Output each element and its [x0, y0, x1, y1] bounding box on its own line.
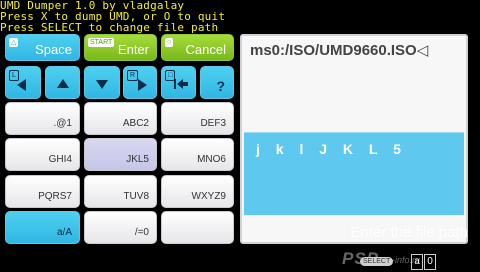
select-button-icon: SELECT: [360, 257, 394, 266]
key-pqrs7[interactable]: PQRS7: [5, 175, 80, 208]
key-tuv8[interactable]: TUV8: [84, 175, 157, 208]
r-trigger-tag: R: [127, 70, 139, 81]
right-arrow-icon: [138, 79, 147, 91]
help-icon: ?: [216, 78, 225, 94]
file-path-display: ms0:/ISO/UMD9660.ISO◁: [250, 40, 460, 62]
mini-indicator-b: 0: [424, 254, 436, 270]
cursor-up-button[interactable]: [45, 66, 80, 99]
space-button[interactable]: △ Space: [5, 34, 80, 61]
cursor-down-button[interactable]: [84, 66, 120, 99]
space-label: Space: [35, 42, 72, 57]
text-panel: ms0:/ISO/UMD9660.ISO◁ j k l J K L 5: [240, 34, 468, 244]
circle-icon: ○: [165, 38, 174, 47]
cursor-icon: ◁: [416, 42, 429, 59]
key-wxyz9[interactable]: WXYZ9: [161, 175, 234, 208]
file-path-text: ms0:/ISO/UMD9660.ISO: [250, 42, 417, 59]
input-text: j k l J K L 5: [256, 141, 407, 157]
key-blank[interactable]: [161, 211, 234, 244]
triangle-icon: △: [9, 38, 19, 47]
mini-indicator-a: a: [411, 254, 423, 270]
down-arrow-icon: [96, 80, 108, 89]
hint-text: Enter the file path: [350, 224, 468, 241]
start-tag: START: [88, 38, 115, 47]
enter-label: Enter: [117, 42, 149, 57]
key-ghi4[interactable]: GHI4: [5, 138, 80, 171]
cancel-label: Cancel: [185, 42, 226, 57]
backspace-icon: [174, 78, 188, 89]
input-field[interactable]: j k l J K L 5: [244, 132, 464, 215]
case-toggle-button[interactable]: a/A: [5, 211, 80, 244]
key-dot-at-1[interactable]: .@1: [5, 102, 80, 135]
help-button[interactable]: ?: [200, 66, 234, 99]
header-line-3: Press SELECT to change file path: [0, 21, 219, 34]
backspace-button[interactable]: □: [161, 66, 196, 99]
enter-button[interactable]: START Enter: [84, 34, 157, 61]
key-abc2[interactable]: ABC2: [84, 102, 157, 135]
key-jkl5-selected[interactable]: JKL5: [84, 138, 157, 171]
cursor-right-button[interactable]: R: [123, 66, 157, 99]
left-arrow-icon: [17, 79, 26, 91]
key-slash-eq-0[interactable]: /=0: [84, 211, 157, 244]
key-mno6[interactable]: MNO6: [161, 138, 234, 171]
key-def3[interactable]: DEF3: [161, 102, 234, 135]
cancel-button[interactable]: ○ Cancel: [161, 34, 234, 61]
up-arrow-icon: [57, 79, 69, 88]
cursor-left-button[interactable]: L: [5, 66, 41, 99]
